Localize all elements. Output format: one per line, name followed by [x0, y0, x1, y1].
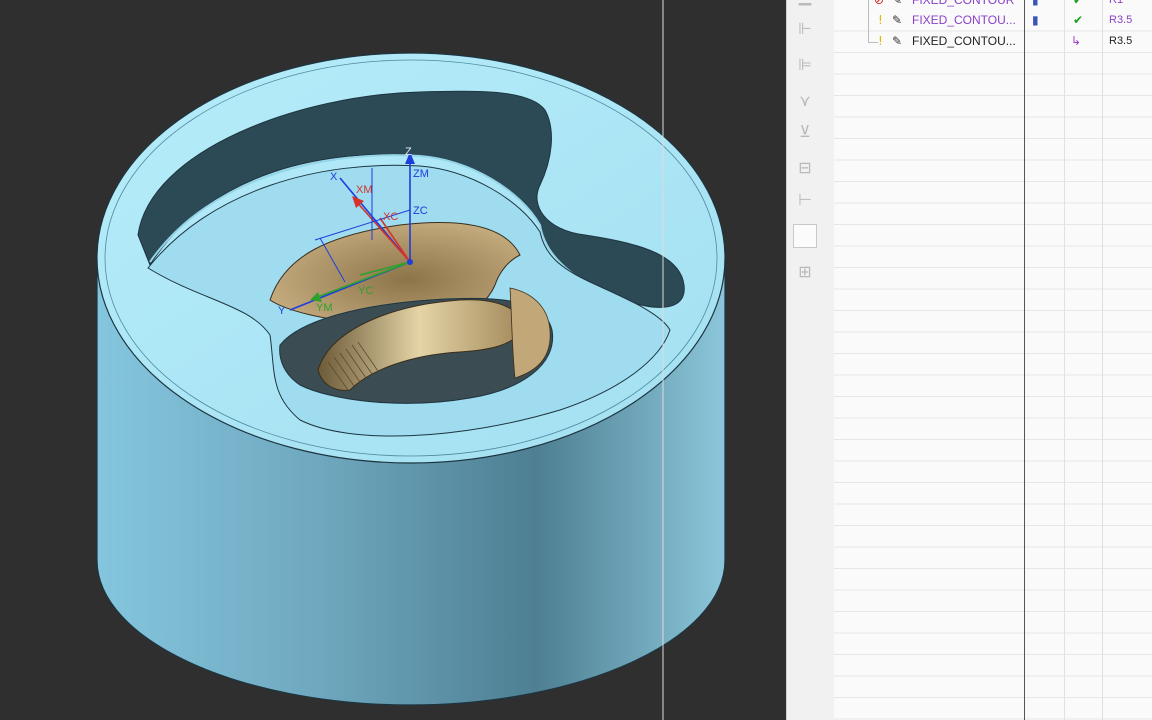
program-order-icon[interactable]: ⊞ [793, 259, 817, 283]
fixed-contour-icon: ✎ [892, 34, 903, 48]
post-process-icon[interactable]: ⊻ [793, 119, 817, 143]
tool-value: R3.5 [1109, 35, 1133, 47]
operation-name: FIXED_CONTOU... [912, 34, 1016, 48]
operation-row[interactable]: ! ✎ FIXED_CONTOU... ↳ R3.5 [834, 31, 1152, 52]
axis-label-yc: YC [358, 285, 373, 297]
tool-value: R3.5 [1109, 14, 1133, 26]
shop-doc-icon[interactable]: ⊟ [793, 155, 817, 179]
insert-operation-icon[interactable]: ⊩ [793, 16, 817, 40]
operation-row[interactable]: ! ✎ FIXED_CONTOU... ▮ ✔ R3.5 [834, 10, 1152, 31]
operation-name: FIXED_CONTOU... [912, 13, 1016, 27]
warning-status-icon: ! [878, 13, 883, 27]
warning-status-icon: ! [878, 34, 883, 48]
part-model: Z ZM ZC X XM XC Y YM YC [96, 0, 726, 720]
toolpath-icon: ▮ [1032, 13, 1039, 27]
resource-toolbar: ▔ ⊩ ⊫ ⋎ ⊻ ⊟ ⊢ ⊞ [786, 0, 823, 720]
empty-tool-slot[interactable] [793, 224, 817, 248]
fixed-contour-icon: ✎ [892, 13, 903, 27]
axis-label-x: X [330, 171, 338, 183]
graphics-window[interactable]: Z ZM ZC X XM XC Y YM YC [0, 0, 786, 720]
axis-label-xm: XM [356, 184, 373, 196]
complete-check-icon: ✔ [1073, 13, 1084, 27]
axis-label-zc: ZC [413, 205, 428, 217]
axis-label-xc: XC [383, 211, 398, 223]
generate-icon[interactable]: ⊫ [793, 52, 817, 76]
axis-label-y: Y [278, 305, 286, 317]
regenerate-icon: ↳ [1071, 34, 1082, 48]
axis-label-zm: ZM [413, 168, 429, 180]
verify-icon[interactable]: ⋎ [793, 88, 817, 112]
output-icon[interactable]: ⊢ [793, 187, 817, 211]
operation-navigator[interactable]: ⊘ ✎ FIXED_CONTOUR ▮ ✔ R1 ! ✎ FIXED_CONTO… [834, 0, 1152, 720]
axis-label-ym: YM [316, 302, 333, 314]
axis-label-z: Z [405, 146, 412, 158]
